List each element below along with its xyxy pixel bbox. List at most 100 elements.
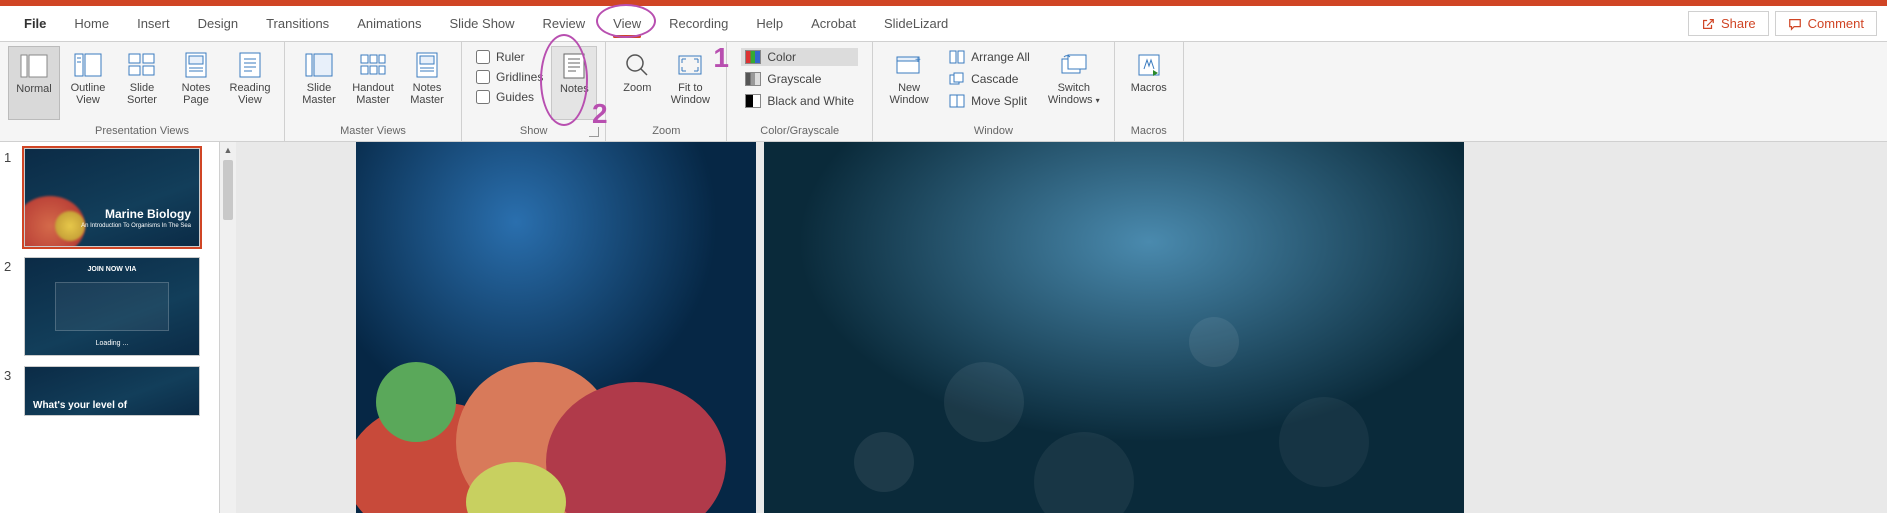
outline-view-icon (73, 50, 103, 80)
slide3-text: What's your level of (33, 400, 127, 411)
guides-checkbox[interactable]: Guides (476, 90, 543, 104)
gridlines-checkbox-input[interactable] (476, 70, 490, 84)
cascade-label: Cascade (971, 72, 1018, 86)
reading-view-label: Reading View (230, 82, 271, 106)
grayscale-label: Grayscale (767, 72, 821, 86)
slide2-box (55, 282, 169, 331)
ruler-checkbox-input[interactable] (476, 50, 490, 64)
handout-master-button[interactable]: Handout Master (347, 46, 399, 120)
tab-design[interactable]: Design (184, 6, 252, 42)
group-macros: Macros Macros (1115, 42, 1184, 141)
guides-checkbox-input[interactable] (476, 90, 490, 104)
tab-help[interactable]: Help (742, 6, 797, 42)
tab-home[interactable]: Home (60, 6, 123, 42)
thumbnail-slide-1[interactable]: Marine Biology An Introduction To Organi… (24, 148, 200, 247)
cascade-button[interactable]: Cascade (945, 70, 1034, 88)
notes-label: Notes (560, 83, 589, 95)
slide-sorter-button[interactable]: Slide Sorter (116, 46, 168, 120)
color-button[interactable]: Color (741, 48, 858, 66)
notes-master-label: Notes Master (410, 82, 444, 106)
comment-button[interactable]: Comment (1775, 11, 1877, 36)
black-white-label: Black and White (767, 94, 854, 108)
chevron-down-icon: ▾ (1096, 96, 1100, 105)
tab-slide-show[interactable]: Slide Show (436, 6, 529, 42)
workspace: 1 Marine Biology An Introduction To Orga… (0, 142, 1887, 513)
tab-transitions[interactable]: Transitions (252, 6, 343, 42)
notes-master-icon (412, 50, 442, 80)
normal-view-button[interactable]: Normal (8, 46, 60, 120)
scroll-up-button[interactable]: ▲ (220, 142, 236, 158)
switch-windows-button[interactable]: Switch Windows ▾ (1042, 46, 1106, 120)
notes-page-label: Notes Page (182, 82, 211, 106)
slide-master-icon (304, 50, 334, 80)
ruler-label: Ruler (496, 50, 525, 64)
notes-page-right (764, 142, 1464, 513)
notes-icon (559, 51, 589, 81)
svg-text:+: + (915, 55, 921, 66)
arrange-all-button[interactable]: Arrange All (945, 48, 1034, 66)
comment-icon (1788, 17, 1802, 31)
normal-view-icon (19, 51, 49, 81)
switch-windows-icon (1059, 50, 1089, 80)
new-window-icon: + (894, 50, 924, 80)
main-slide-area[interactable] (236, 142, 1887, 513)
slide-sorter-icon (127, 50, 157, 80)
thumbnails-scrollbar[interactable]: ▲ (220, 142, 236, 513)
color-label: Color (767, 50, 796, 64)
macros-button[interactable]: Macros (1123, 46, 1175, 120)
fit-to-window-button[interactable]: Fit to Window (662, 46, 718, 120)
slide2-loading: Loading ... (25, 340, 199, 347)
group-label-master-views: Master Views (293, 123, 453, 141)
new-window-button[interactable]: + New Window (881, 46, 937, 120)
notes-button[interactable]: Notes (551, 46, 597, 120)
move-split-button[interactable]: Move Split (945, 92, 1034, 110)
handout-master-icon (358, 50, 388, 80)
share-button[interactable]: Share (1688, 11, 1769, 36)
outline-view-button[interactable]: Outline View (62, 46, 114, 120)
ruler-checkbox[interactable]: Ruler (476, 50, 543, 64)
notes-page-button[interactable]: Notes Page (170, 46, 222, 120)
tab-slidelizard[interactable]: SlideLizard (870, 6, 962, 42)
fit-to-window-label: Fit to Window (671, 82, 710, 106)
gridlines-label: Gridlines (496, 70, 543, 84)
thumb-number-2: 2 (4, 257, 18, 274)
color-icon (745, 50, 761, 64)
notes-page-icon (181, 50, 211, 80)
slide-master-button[interactable]: Slide Master (293, 46, 345, 120)
switch-windows-label: Switch Windows ▾ (1048, 82, 1100, 107)
cascade-icon (949, 72, 965, 86)
slide-sorter-label: Slide Sorter (127, 82, 157, 106)
slide2-header: JOIN NOW VIA (25, 266, 199, 273)
reading-view-button[interactable]: Reading View (224, 46, 276, 120)
arrange-all-icon (949, 50, 965, 64)
tab-recording[interactable]: Recording (655, 6, 742, 42)
tab-file[interactable]: File (10, 6, 60, 42)
tab-review[interactable]: Review (529, 6, 600, 42)
grayscale-button[interactable]: Grayscale (741, 70, 858, 88)
thumbnail-slide-2[interactable]: JOIN NOW VIA Loading ... (24, 257, 200, 356)
scroll-thumb[interactable] (223, 160, 233, 220)
notes-page-left (356, 142, 756, 513)
thumb-number-3: 3 (4, 366, 18, 383)
tab-view[interactable]: View (599, 6, 655, 42)
ribbon: Normal Outline View Slide Sorter Notes P… (0, 42, 1887, 142)
group-label-macros: Macros (1123, 123, 1175, 141)
tab-insert[interactable]: Insert (123, 6, 184, 42)
guides-label: Guides (496, 90, 534, 104)
zoom-button[interactable]: Zoom (614, 46, 660, 120)
gridlines-checkbox[interactable]: Gridlines (476, 70, 543, 84)
macros-icon (1134, 50, 1164, 80)
thumbnail-slide-3[interactable]: What's your level of (24, 366, 200, 416)
show-group-launcher[interactable] (589, 127, 599, 137)
tab-acrobat[interactable]: Acrobat (797, 6, 870, 42)
tab-view-label: View (613, 16, 641, 31)
tab-animations[interactable]: Animations (343, 6, 435, 42)
notes-master-button[interactable]: Notes Master (401, 46, 453, 120)
zoom-icon (622, 50, 652, 80)
new-window-label: New Window (890, 82, 929, 106)
group-master-views: Slide Master Handout Master Notes Master… (285, 42, 462, 141)
comment-label: Comment (1808, 16, 1864, 31)
thumb-number-1: 1 (4, 148, 18, 165)
black-white-button[interactable]: Black and White (741, 92, 858, 110)
fit-to-window-icon (675, 50, 705, 80)
